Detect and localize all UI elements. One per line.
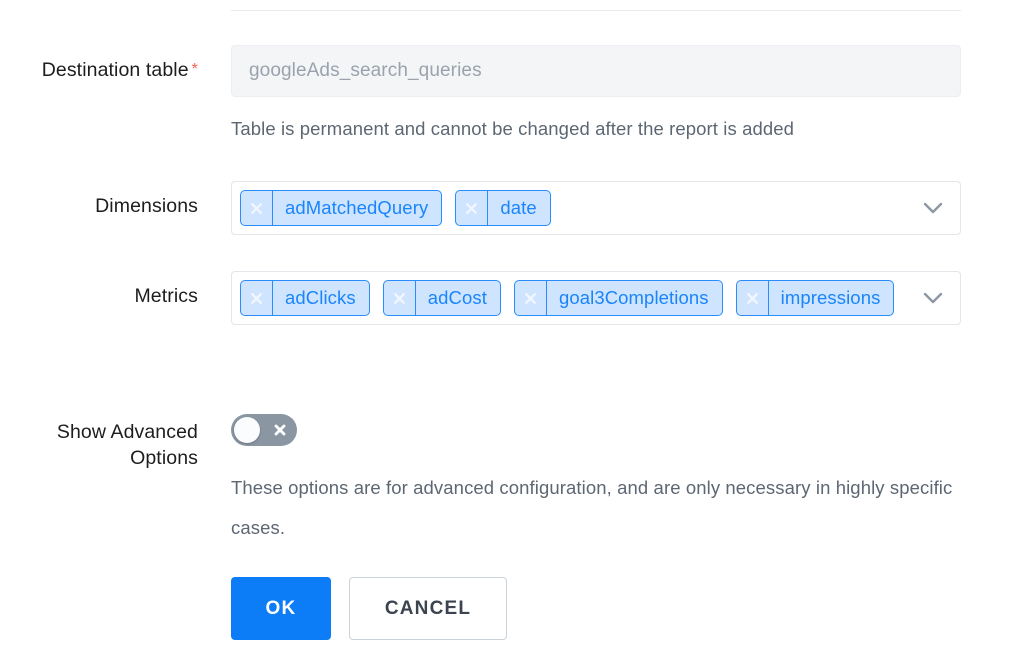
advanced-options-label-line1: Show Advanced — [56, 421, 198, 443]
chevron-down-icon[interactable] — [922, 287, 944, 309]
toggle-knob — [234, 417, 260, 443]
chip[interactable]: impressions — [735, 280, 895, 316]
destination-table-input[interactable]: googleAds_search_queries — [231, 45, 961, 97]
chip[interactable]: adCost — [382, 280, 501, 316]
cancel-button[interactable]: CANCEL — [349, 577, 507, 640]
ok-button[interactable]: OK — [231, 577, 331, 640]
chip-label: date — [500, 197, 537, 218]
section-divider — [231, 10, 961, 11]
chip-label: adMatchedQuery — [285, 197, 429, 218]
chip[interactable]: adMatchedQuery — [240, 190, 443, 226]
destination-table-label-text: Destination table — [41, 59, 189, 81]
destination-table-control: googleAds_search_queries Table is perman… — [231, 45, 961, 143]
chip[interactable]: adClicks — [240, 280, 370, 316]
chevron-down-icon[interactable] — [922, 197, 944, 219]
chip-label: impressions — [780, 287, 881, 308]
advanced-options-label-line2: Options — [130, 447, 198, 469]
metrics-label: Metrics — [134, 285, 198, 307]
chip[interactable]: goal3Completions — [513, 280, 723, 316]
chip-label: goal3Completions — [558, 287, 709, 308]
advanced-options-hint: These options are for advanced configura… — [231, 477, 953, 538]
chip-remove-icon[interactable] — [456, 191, 489, 225]
advanced-options-control: These options are for advanced configura… — [231, 414, 961, 548]
dimensions-multiselect[interactable]: adMatchedQuery date — [231, 181, 961, 235]
dimensions-control: adMatchedQuery date — [231, 181, 961, 235]
chip-label: adCost — [427, 287, 487, 308]
report-configuration-form: Destination table * googleAds_search_quer… — [0, 0, 1024, 666]
chip-remove-icon[interactable] — [241, 191, 273, 225]
advanced-options-toggle[interactable] — [231, 414, 297, 446]
metrics-control: adClicks adCost goal3Completions impress… — [231, 271, 961, 325]
chip-remove-icon[interactable] — [241, 281, 273, 315]
metrics-multiselect[interactable]: adClicks adCost goal3Completions impress… — [231, 271, 961, 325]
chip-remove-icon[interactable] — [737, 281, 769, 315]
chip-remove-icon[interactable] — [384, 281, 416, 315]
chip[interactable]: date — [455, 190, 551, 226]
form-action-bar: OK CANCEL — [231, 577, 507, 640]
required-asterisk: * — [191, 61, 198, 78]
close-icon — [274, 424, 286, 436]
destination-table-hint: Table is permanent and cannot be changed… — [231, 118, 795, 139]
destination-table-label: Destination table * — [0, 57, 198, 83]
chip-remove-icon[interactable] — [515, 281, 547, 315]
chip-label: adClicks — [285, 287, 356, 308]
dimensions-label: Dimensions — [95, 195, 198, 217]
advanced-options-label: Show Advanced Options — [0, 419, 198, 471]
